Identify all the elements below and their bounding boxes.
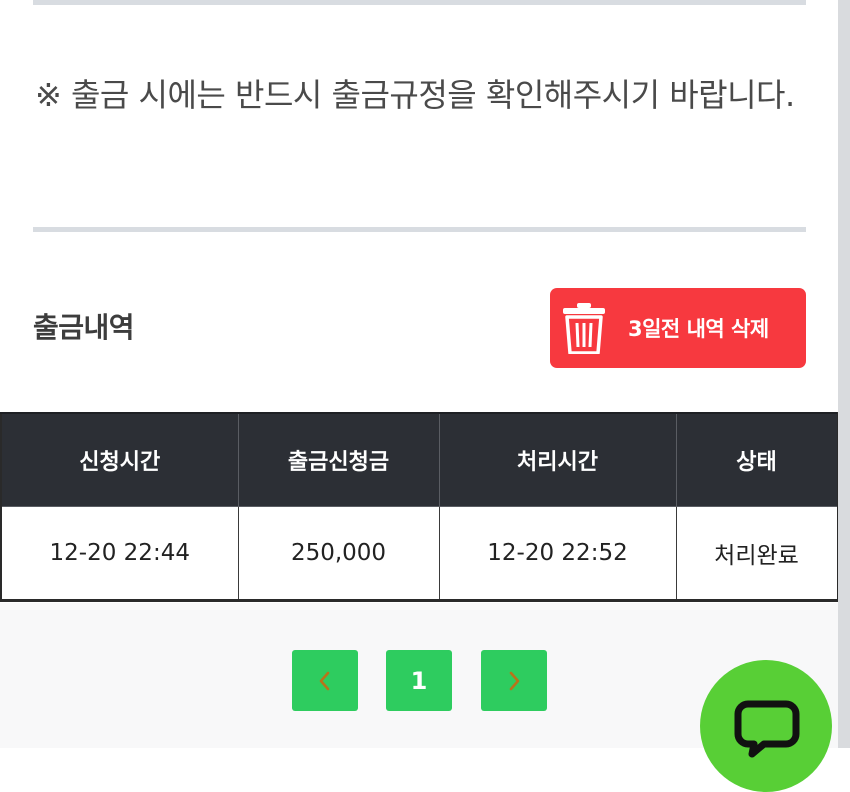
page-1-button[interactable]: 1	[386, 650, 452, 711]
delete-old-history-button[interactable]: 3일전 내역 삭제	[550, 288, 806, 368]
next-page-button[interactable]	[481, 650, 547, 711]
delete-old-history-label: 3일전 내역 삭제	[628, 317, 769, 341]
column-header-status: 상태	[675, 412, 840, 507]
chat-button[interactable]	[700, 660, 832, 792]
column-header-processed-time: 처리시간	[438, 412, 677, 507]
amount-cell: 250,000	[237, 506, 440, 602]
table-header-row: 신청시간 출금신청금 처리시간 상태	[0, 412, 840, 507]
column-header-amount: 출금신청금	[237, 412, 440, 507]
top-divider	[33, 0, 806, 5]
column-header-request-time: 신청시간	[0, 412, 239, 507]
trash-icon	[562, 302, 606, 354]
withdrawal-history-title: 출금내역	[33, 311, 135, 344]
chat-bubble-icon	[734, 700, 800, 758]
scrollbar-track[interactable]	[838, 0, 850, 748]
previous-page-button[interactable]	[292, 650, 358, 711]
section-divider	[33, 227, 806, 232]
withdrawal-notice: ※ 출금 시에는 반드시 출금규정을 확인해주시기 바랍니다.	[35, 76, 795, 114]
withdrawal-history-table: 신청시간 출금신청금 처리시간 상태 12-20 22:44 250,000 1…	[0, 412, 840, 602]
processed-time-cell: 12-20 22:52	[438, 506, 677, 602]
table-row: 12-20 22:44 250,000 12-20 22:52 처리완료	[0, 506, 840, 602]
status-cell: 처리완료	[675, 506, 840, 602]
page-number: 1	[410, 666, 428, 695]
chevron-left-icon	[319, 671, 330, 690]
chevron-right-icon	[509, 671, 520, 690]
request-time-cell: 12-20 22:44	[0, 506, 239, 602]
page: ※ 출금 시에는 반드시 출금규정을 확인해주시기 바랍니다. 출금내역 3일전…	[0, 0, 840, 748]
